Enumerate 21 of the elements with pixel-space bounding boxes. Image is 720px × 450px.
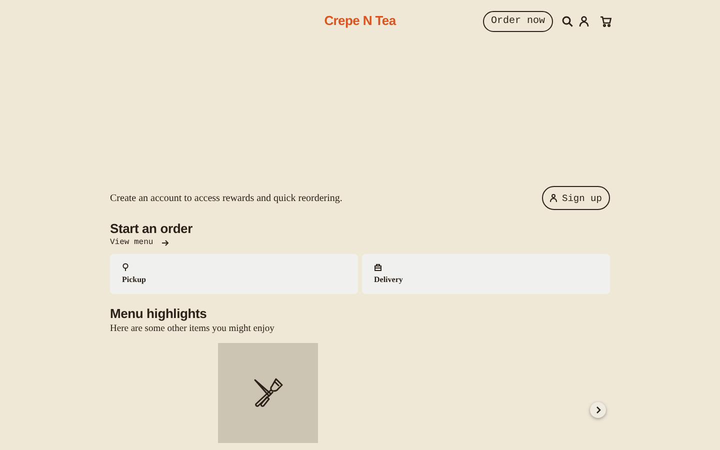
search-icon[interactable] (562, 16, 573, 27)
delivery-option[interactable]: Delivery (362, 254, 610, 294)
logo: Crepe N Tea (324, 13, 396, 28)
view-menu-link[interactable]: View menu (110, 238, 154, 247)
cart-icon[interactable] (600, 16, 612, 27)
account-icon[interactable] (579, 16, 589, 27)
bag-icon (374, 263, 382, 271)
section-heading: Menu highlights (110, 306, 207, 321)
arrow-right-icon (162, 240, 170, 246)
account-prompt: Create an account to access rewards and quick reordering. (110, 192, 342, 204)
person-icon (550, 194, 558, 202)
image-placeholder[interactable] (218, 343, 318, 443)
section-subtitle: Here are some other items you might enjoy (110, 324, 274, 334)
pin-icon (122, 263, 129, 271)
next-button[interactable] (590, 402, 606, 418)
utensils-icon (253, 378, 283, 408)
chevron-right-icon (596, 406, 600, 414)
order-now-button[interactable]: Order now (482, 11, 553, 32)
section-heading: Start an order (110, 221, 192, 236)
sign-up-button[interactable]: Sign up (542, 186, 610, 210)
pickup-option[interactable]: Pickup (110, 254, 358, 294)
